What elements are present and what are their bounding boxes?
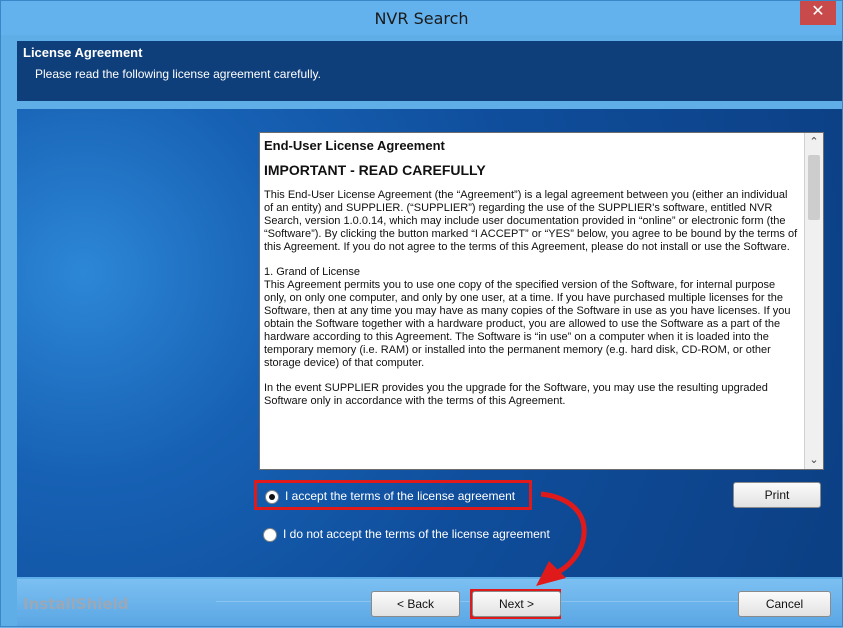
vertical-scrollbar[interactable]: ⌃ ⌄ xyxy=(804,133,823,469)
decline-option[interactable]: I do not accept the terms of the license… xyxy=(263,527,550,542)
license-paragraph-1: This End-User License Agreement (the “Ag… xyxy=(264,189,798,253)
license-text-box[interactable]: End-User License Agreement IMPORTANT - R… xyxy=(259,132,824,470)
back-button[interactable]: < Back xyxy=(371,591,460,617)
installshield-logo: InstallShield xyxy=(23,595,129,613)
accept-radio[interactable] xyxy=(265,489,279,504)
window-title: NVR Search xyxy=(374,9,469,28)
close-button[interactable]: ✕ xyxy=(800,1,836,25)
license-paragraph-3: In the event SUPPLIER provides you the u… xyxy=(264,382,768,407)
license-text: End-User License Agreement IMPORTANT - R… xyxy=(264,139,799,420)
page-title: License Agreement xyxy=(23,45,143,60)
accept-option[interactable]: I accept the terms of the license agreem… xyxy=(254,480,532,510)
close-icon: ✕ xyxy=(811,3,825,20)
license-paragraph-2: This Agreement permits you to use one co… xyxy=(264,279,791,369)
next-button[interactable]: Next > xyxy=(472,591,561,617)
installer-window: NVR Search ✕ License Agreement Please re… xyxy=(0,0,843,627)
scroll-up-icon[interactable]: ⌃ xyxy=(805,133,823,151)
cancel-button[interactable]: Cancel xyxy=(738,591,831,617)
license-section-title: 1. Grand of License xyxy=(264,266,361,278)
scroll-thumb[interactable] xyxy=(808,155,820,220)
accept-label: I accept the terms of the license agreem… xyxy=(285,489,516,503)
license-heading: End-User License Agreement xyxy=(264,138,445,153)
print-button[interactable]: Print xyxy=(733,482,821,508)
page-header: License Agreement Please read the follow… xyxy=(17,41,842,101)
scroll-down-icon[interactable]: ⌄ xyxy=(805,451,823,469)
title-bar[interactable]: NVR Search ✕ xyxy=(1,1,842,35)
decline-radio[interactable] xyxy=(263,527,277,542)
page-subtitle: Please read the following license agreem… xyxy=(35,67,321,81)
decline-label: I do not accept the terms of the license… xyxy=(283,527,550,541)
license-subheading: IMPORTANT - READ CAREFULLY xyxy=(264,162,486,178)
